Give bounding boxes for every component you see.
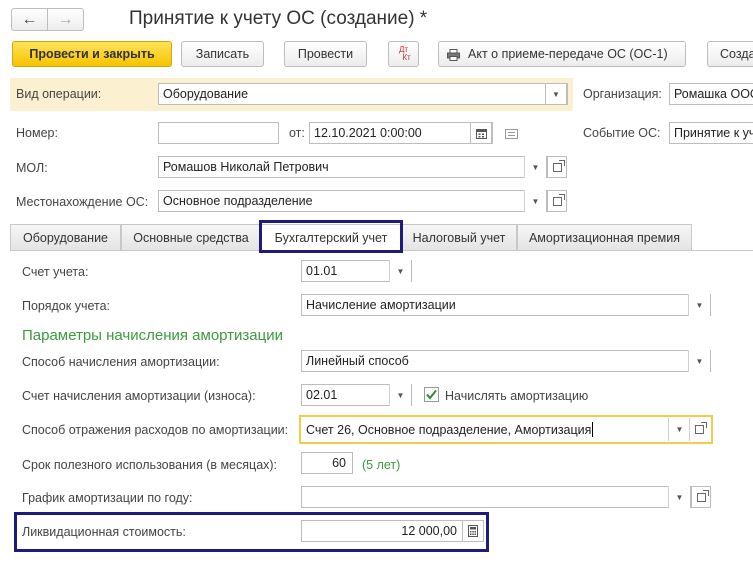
text-cursor <box>592 422 594 437</box>
printer-icon <box>447 48 460 61</box>
print-act-label: Акт о приеме-передаче ОС (ОС-1) <box>468 47 668 61</box>
schedule-field[interactable] <box>301 486 691 508</box>
calendar-button[interactable] <box>470 122 492 144</box>
location-dropdown-button[interactable]: ▼ <box>524 190 546 212</box>
mol-value: Ромашов Николай Петрович <box>163 160 329 174</box>
operation-value: Оборудование <box>163 87 249 101</box>
dt-kt-button[interactable]: Дт Кт <box>388 41 419 67</box>
account-value: 01.01 <box>306 264 338 278</box>
life-hint: (5 лет) <box>362 458 401 472</box>
salvage-field[interactable]: 12 000,00 <box>301 520 464 542</box>
location-open-button[interactable] <box>547 190 567 212</box>
expense-open-button[interactable] <box>689 418 709 441</box>
arrow-left-icon: ← <box>21 10 38 28</box>
salvage-label: Ликвидационная стоимость: <box>22 525 186 539</box>
expense-dropdown-button[interactable]: ▼ <box>668 418 690 441</box>
schedule-label: График амортизации по году: <box>22 491 193 505</box>
life-value: 60 <box>332 456 346 470</box>
order-value: Начисление амортизации <box>306 298 456 312</box>
save-button[interactable]: Записать <box>181 41 264 67</box>
date-label: от: <box>289 126 305 140</box>
event-field[interactable]: Принятие к учету <box>669 122 753 144</box>
comment-icon[interactable] <box>505 128 518 142</box>
date-value: 12.10.2021 0:00:00 <box>314 126 422 140</box>
tab-equipment[interactable]: Оборудование <box>10 224 121 250</box>
expense-field[interactable]: Счет 26, Основное подразделение, Амортиз… <box>299 415 713 444</box>
operation-label: Вид операции: <box>16 87 102 101</box>
open-icon <box>552 193 565 206</box>
life-field[interactable]: 60 <box>301 452 353 474</box>
method-dropdown-button[interactable]: ▼ <box>688 350 710 372</box>
mol-dropdown-button[interactable]: ▼ <box>524 156 546 178</box>
date-field[interactable]: 12.10.2021 0:00:00 <box>309 122 493 144</box>
arrow-right-icon: → <box>57 10 74 28</box>
depr-account-dropdown-button[interactable]: ▼ <box>389 384 411 406</box>
schedule-dropdown-button[interactable]: ▼ <box>668 486 690 508</box>
tab-tax-accounting[interactable]: Налоговый учет <box>401 224 517 250</box>
depr-account-label: Счет начисления амортизации (износа): <box>22 389 256 403</box>
depreciation-section-title: Параметры начисления амортизации <box>22 327 283 344</box>
order-field[interactable]: Начисление амортизации <box>301 294 711 316</box>
create-based-button[interactable]: Созда <box>707 41 753 67</box>
operation-field[interactable]: Оборудование <box>158 83 568 105</box>
location-field[interactable]: Основное подразделение <box>158 190 547 212</box>
method-field[interactable]: Линейный способ <box>301 350 711 372</box>
account-label: Счет учета: <box>22 265 89 279</box>
salvage-value: 12 000,00 <box>401 524 457 538</box>
tab-depreciation-bonus[interactable]: Амортизационная премия <box>517 224 692 250</box>
print-act-button[interactable]: Акт о приеме-передаче ОС (ОС-1) <box>438 41 686 67</box>
account-dropdown-button[interactable]: ▼ <box>389 260 411 282</box>
calculator-button[interactable] <box>462 520 484 542</box>
life-label: Срок полезного использования (в месяцах)… <box>22 458 278 472</box>
tab-accounting-highlight <box>259 220 403 253</box>
org-label: Организация: <box>583 87 662 101</box>
post-and-close-button[interactable]: Провести и закрыть <box>12 41 172 67</box>
open-icon <box>695 422 707 434</box>
order-dropdown-button[interactable]: ▼ <box>688 294 710 316</box>
kt-text: Кт <box>402 53 411 62</box>
location-value: Основное подразделение <box>163 194 313 208</box>
expense-value: Счет 26, Основное подразделение, Амортиз… <box>306 422 592 437</box>
page-title: Принятие к учету ОС (создание) * <box>129 8 428 29</box>
dt-kt-icon: Дт Кт <box>396 46 411 62</box>
calculator-icon <box>468 525 478 537</box>
operation-dropdown-button[interactable]: ▼ <box>545 83 567 105</box>
checkmark-icon <box>426 389 437 400</box>
number-label: Номер: <box>16 126 58 140</box>
open-icon <box>696 489 709 502</box>
method-value: Линейный способ <box>306 354 409 368</box>
event-label: Событие ОС: <box>583 126 661 140</box>
method-label: Способ начисления амортизации: <box>22 355 220 369</box>
event-value: Принятие к учету <box>674 126 753 140</box>
depr-account-value: 02.01 <box>306 388 338 402</box>
create-based-label: Созда <box>720 47 753 61</box>
forward-button[interactable]: → <box>47 8 84 31</box>
accrue-checkbox[interactable] <box>424 387 439 402</box>
open-icon <box>552 159 565 172</box>
accrue-label: Начислять амортизацию <box>445 389 589 403</box>
post-button[interactable]: Провести <box>284 41 367 67</box>
location-label: Местонахождение ОС: <box>16 195 149 209</box>
back-button[interactable]: ← <box>11 8 48 31</box>
org-value: Ромашка ООО <box>674 87 753 101</box>
expense-label: Способ отражения расходов по амортизации… <box>22 423 289 437</box>
mol-field[interactable]: Ромашов Николай Петрович <box>158 156 547 178</box>
tab-fixed-assets[interactable]: Основные средства <box>121 224 261 250</box>
mol-label: МОЛ: <box>16 161 48 175</box>
order-label: Порядок учета: <box>22 299 111 313</box>
org-field[interactable]: Ромашка ООО <box>669 83 753 105</box>
number-field[interactable] <box>158 122 279 144</box>
mol-open-button[interactable] <box>547 156 567 178</box>
calendar-icon <box>475 128 487 139</box>
schedule-open-button[interactable] <box>691 486 711 508</box>
